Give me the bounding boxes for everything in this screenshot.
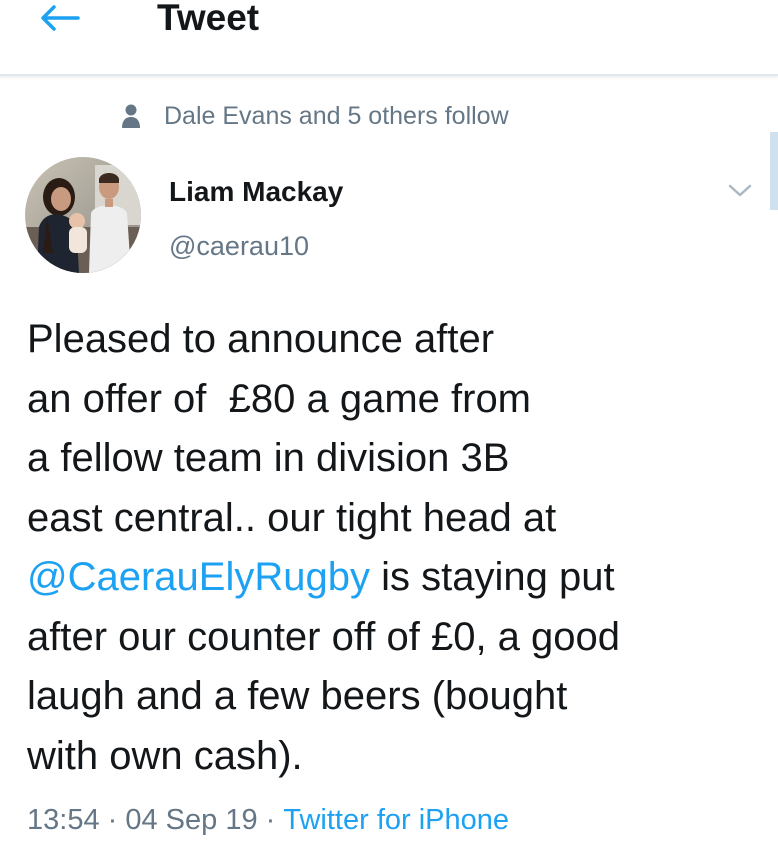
page-title: Tweet [157,0,260,38]
tweet-date: 04 Sep 19 [125,803,258,836]
tweet-source-link[interactable]: Twitter for iPhone [283,804,509,837]
scrollbar[interactable] [770,132,778,210]
top-bar: Tweet [0,0,778,76]
tweet-menu-button[interactable] [722,176,758,206]
tweet-text: Pleased to announce after an offer of £8… [27,310,767,786]
author-name[interactable]: Liam Mackay [169,174,343,210]
avatar[interactable] [25,157,141,273]
tweet-detail-screen: Tweet Dale Evans and 5 others follow Lia… [0,0,778,852]
author-handle[interactable]: @caerau10 [169,228,309,264]
chevron-down-icon [728,184,752,197]
social-context[interactable]: Dale Evans and 5 others follow [120,100,509,132]
tweet-metadata: 13:54 · 04 Sep 19 · Twitter for iPhone [27,800,509,840]
tweet-text-part1: Pleased to announce after an offer of £8… [27,317,557,540]
arrow-left-icon [41,5,80,31]
mention-link[interactable]: @CaerauElyRugby [27,555,370,599]
meta-separator-2: · [257,803,284,836]
profile-photo [25,157,141,273]
person-icon [122,104,140,128]
social-context-text: Dale Evans and 5 others follow [164,101,509,130]
tweet-time: 13:54 [27,803,100,836]
back-button[interactable] [34,0,86,36]
meta-separator: · [99,803,126,836]
